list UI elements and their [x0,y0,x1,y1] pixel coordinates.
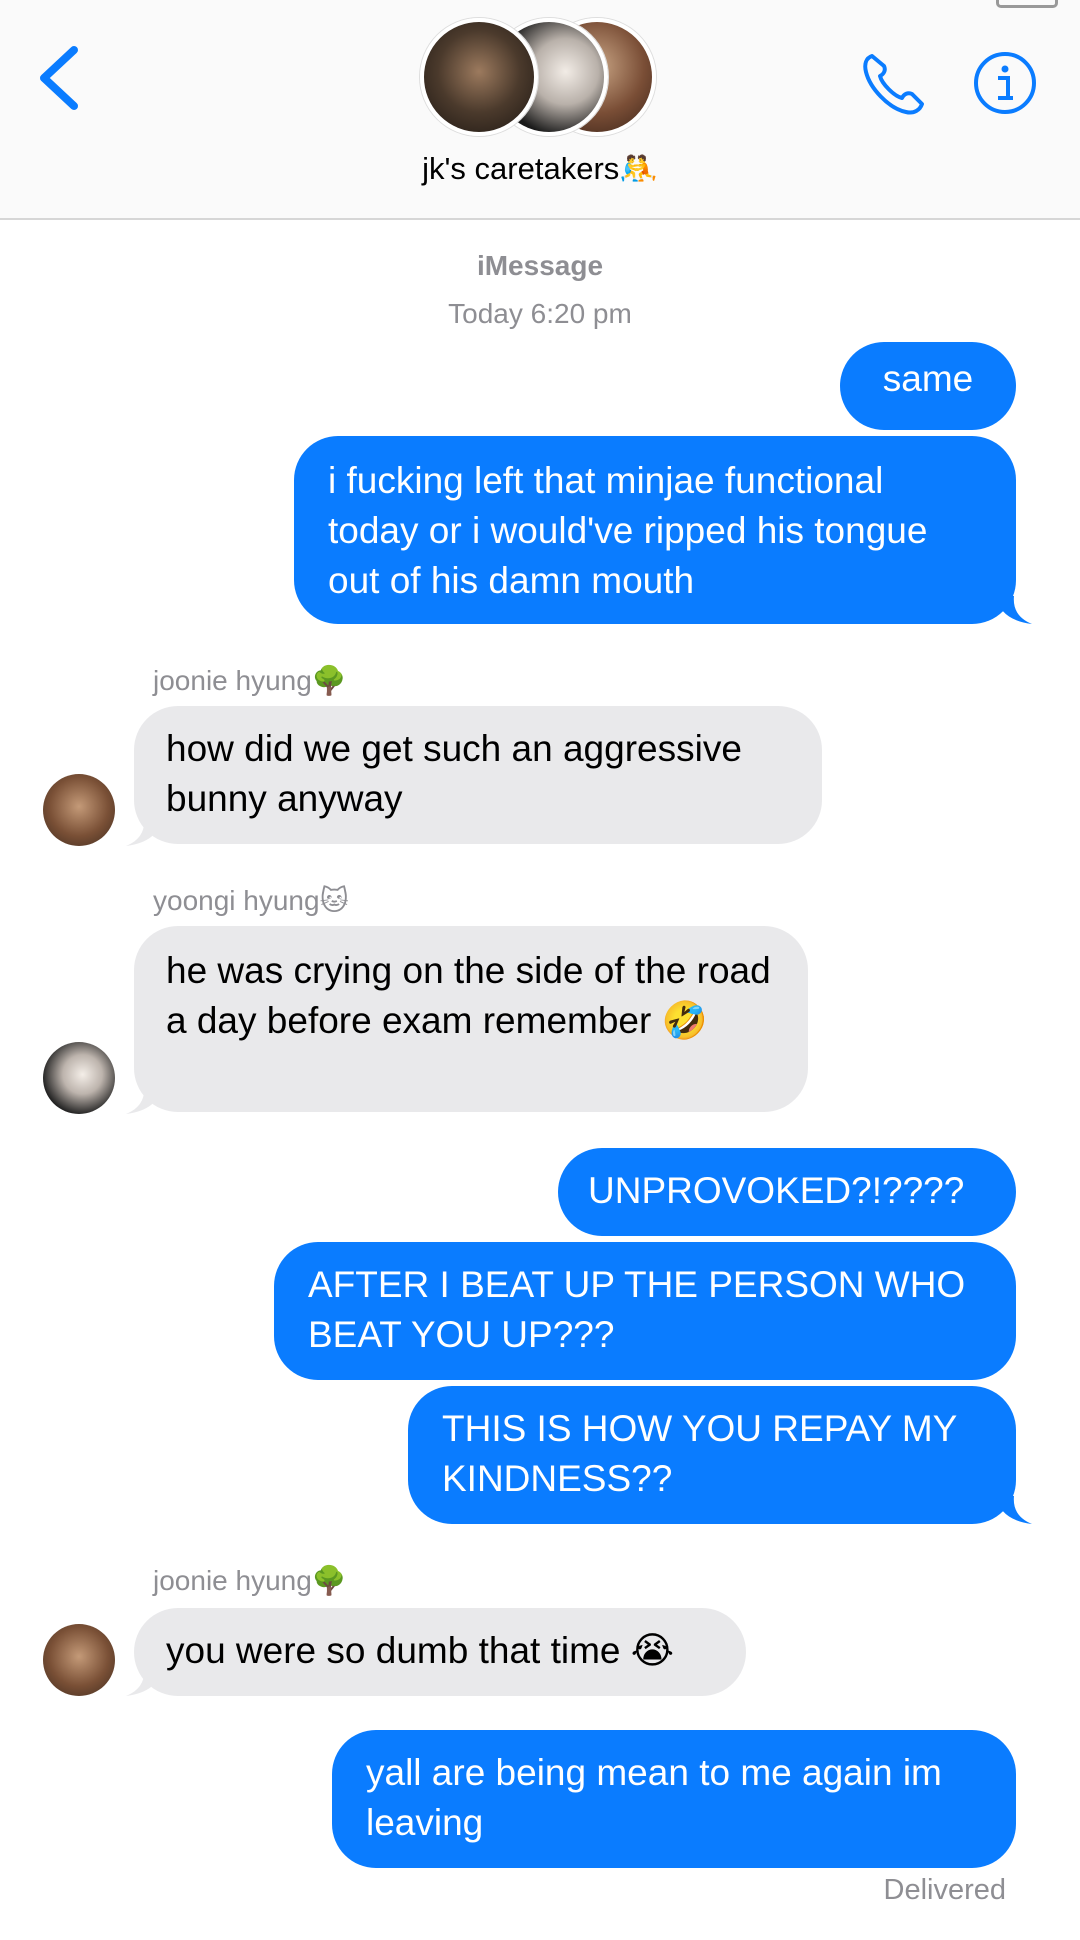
message-text: yall are being mean to me again im leavi… [366,1752,942,1843]
outgoing-message[interactable]: AFTER I BEAT UP THE PERSON WHO BEAT YOU … [274,1242,1016,1380]
conversation-timestamp: Today 6:20 pm [448,298,632,329]
phone-icon [863,54,924,115]
message-text: he was crying on the side of the road a … [166,950,771,1041]
message-text: THIS IS HOW YOU REPAY MY KINDNESS?? [442,1408,957,1499]
call-button[interactable] [858,48,930,120]
bubble-tail [126,1668,162,1696]
avatar[interactable] [43,774,115,846]
group-name[interactable]: jk's caretakers🤼 [0,150,1080,187]
incoming-message[interactable]: he was crying on the side of the road a … [134,926,808,1112]
incoming-message[interactable]: how did we get such an aggressive bunny … [134,706,822,844]
message-text: AFTER I BEAT UP THE PERSON WHO BEAT YOU … [308,1264,966,1355]
message-text: how did we get such an aggressive bunny … [166,728,742,819]
bubble-tail [126,818,162,846]
sender-name: joonie hyung🌳 [153,1565,347,1596]
bubble-tail [126,1086,162,1114]
avatar[interactable] [43,1042,115,1114]
sender-name: joonie hyung🌳 [153,665,347,696]
incoming-message[interactable]: you were so dumb that time 😭 [134,1608,746,1696]
outgoing-message[interactable]: UNPROVOKED?!???? [558,1148,1016,1236]
battery-icon [996,0,1058,8]
messages-screen: jk's caretakers🤼 iMessage Today 6:20 pm … [0,0,1080,1940]
outgoing-message[interactable]: i fucking left that minjae functional to… [294,436,1016,624]
message-text: same [882,358,974,399]
outgoing-message[interactable]: same [840,342,1016,430]
back-button[interactable] [34,40,94,120]
message-text: you were so dumb that time 😭 [166,1630,675,1671]
bubble-tail [996,1496,1032,1524]
message-text: i fucking left that minjae functional to… [328,460,928,601]
group-avatar-stack[interactable] [420,12,660,137]
info-button[interactable] [972,50,1038,116]
service-label: iMessage [476,250,604,281]
info-icon [974,52,1036,114]
message-text: UNPROVOKED?!???? [588,1170,965,1211]
group-member-avatar-1 [420,18,538,136]
back-chevron-icon [40,46,78,110]
avatar[interactable] [43,1624,115,1696]
outgoing-message[interactable]: THIS IS HOW YOU REPAY MY KINDNESS?? [408,1386,1016,1524]
bubble-tail [996,596,1032,624]
outgoing-message[interactable]: yall are being mean to me again im leavi… [332,1730,1016,1868]
delivery-status: Delivered [883,1874,1007,1906]
conversation-header: jk's caretakers🤼 [0,0,1080,220]
sender-name: yoongi hyung🐱 [153,885,349,916]
